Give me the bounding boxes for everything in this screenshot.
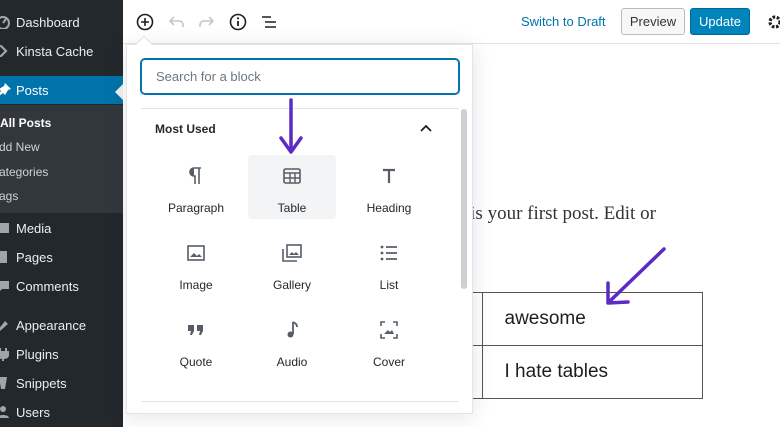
sidebar-item-label: Plugins: [16, 346, 59, 362]
cover-icon: [345, 319, 433, 341]
preview-button[interactable]: Preview: [621, 8, 685, 35]
comments-icon: [0, 279, 12, 293]
block-paragraph[interactable]: Paragraph: [152, 155, 240, 219]
sidebar-item-kinsta-cache[interactable]: Kinsta Cache: [0, 37, 123, 65]
media-icon: [0, 221, 12, 235]
editor-toolbar: Switch to Draft Preview Update: [123, 0, 780, 44]
block-navigation-icon[interactable]: [258, 11, 280, 33]
plugins-icon: [0, 347, 12, 361]
switch-to-draft-button[interactable]: Switch to Draft: [521, 14, 606, 29]
sidebar-item-label: Appearance: [16, 317, 87, 333]
block-list[interactable]: List: [345, 232, 433, 296]
admin-sidebar: Dashboard Kinsta Cache Posts All Posts d…: [0, 0, 123, 427]
paragraph-icon: [152, 165, 240, 187]
block-heading[interactable]: Heading: [345, 155, 433, 219]
sidebar-item-snippets[interactable]: Snippets: [0, 369, 123, 397]
chevron-up-icon[interactable]: [415, 117, 437, 139]
undo-icon[interactable]: [166, 11, 188, 33]
image-icon: [152, 242, 240, 264]
popover-bottom-divider: [141, 401, 459, 402]
post-paragraph-text[interactable]: s is your first post. Edit or: [458, 203, 656, 225]
active-menu-arrow: [115, 84, 123, 100]
appearance-icon: [0, 318, 12, 332]
block-label: Quote: [179, 355, 213, 369]
sidebar-item-media[interactable]: Media: [0, 214, 123, 242]
sidebar-item-dashboard[interactable]: Dashboard: [0, 8, 123, 36]
table-row: I hate tables: [470, 345, 703, 399]
table-row: awesome: [470, 292, 703, 346]
sidebar-item-label: Snippets: [16, 375, 67, 391]
block-label: Table: [277, 201, 307, 215]
block-image[interactable]: Image: [152, 232, 240, 296]
users-icon: [0, 405, 12, 419]
block-label: Cover: [372, 355, 405, 369]
sidebar-item-label: Pages: [16, 249, 53, 265]
submenu-item-all-posts[interactable]: All Posts: [0, 116, 51, 130]
block-label: List: [379, 278, 399, 292]
sidebar-item-comments[interactable]: Comments: [0, 272, 123, 300]
table-cell[interactable]: awesome: [481, 292, 703, 346]
most-used-panel-title[interactable]: Most Used: [155, 122, 216, 136]
sidebar-item-pages[interactable]: Pages: [0, 243, 123, 271]
block-gallery[interactable]: Gallery: [248, 232, 336, 296]
submenu-item-tags[interactable]: ags: [0, 189, 18, 203]
post-table-block[interactable]: awesome I hate tables: [470, 292, 703, 399]
add-block-icon[interactable]: [134, 11, 156, 33]
sidebar-item-label: Users: [16, 404, 50, 420]
block-label: Image: [179, 278, 213, 292]
block-search-box: [141, 59, 459, 94]
submenu-item-add-new[interactable]: dd New: [0, 140, 40, 154]
table-icon: [248, 165, 336, 187]
table-cell[interactable]: I hate tables: [481, 345, 703, 399]
block-label: Heading: [366, 201, 412, 215]
block-audio[interactable]: Audio: [248, 309, 336, 373]
block-label: Audio: [276, 355, 308, 369]
sidebar-item-label: Kinsta Cache: [16, 43, 94, 59]
posts-submenu: All Posts dd New ategories ags: [0, 105, 123, 213]
block-inserter-popover: Most Used Paragraph Table Heading Image …: [126, 35, 473, 414]
gallery-icon: [248, 242, 336, 264]
submenu-item-categories[interactable]: ategories: [0, 165, 48, 179]
block-table[interactable]: Table: [248, 155, 336, 219]
update-button[interactable]: Update: [690, 8, 750, 35]
popover-divider: [141, 108, 459, 109]
sidebar-item-appearance[interactable]: Appearance: [0, 311, 123, 339]
inserter-scrollbar[interactable]: [461, 109, 467, 289]
block-cover[interactable]: Cover: [345, 309, 433, 373]
block-label: Paragraph: [167, 201, 225, 215]
pages-icon: [0, 250, 12, 264]
audio-icon: [248, 319, 336, 341]
sidebar-item-label: Dashboard: [16, 14, 80, 30]
quote-icon: [152, 319, 240, 341]
heading-icon: [345, 165, 433, 187]
sidebar-item-label: Media: [16, 220, 52, 236]
block-quote[interactable]: Quote: [152, 309, 240, 373]
sidebar-item-posts[interactable]: Posts: [0, 76, 123, 104]
dashboard-icon: [0, 15, 12, 29]
info-icon[interactable]: [227, 11, 249, 33]
sidebar-item-label: Comments: [16, 278, 79, 294]
block-search-input[interactable]: [142, 60, 458, 93]
sidebar-item-users[interactable]: Users: [0, 398, 123, 426]
sidebar-item-label: Posts: [16, 82, 49, 98]
kinsta-icon: [0, 44, 12, 58]
snippets-icon: [0, 376, 12, 390]
settings-gear-icon[interactable]: [764, 11, 780, 33]
list-icon: [345, 242, 433, 264]
pin-icon: [0, 83, 12, 97]
redo-icon[interactable]: [195, 11, 217, 33]
block-label: Gallery: [272, 278, 311, 292]
sidebar-item-plugins[interactable]: Plugins: [0, 340, 123, 368]
